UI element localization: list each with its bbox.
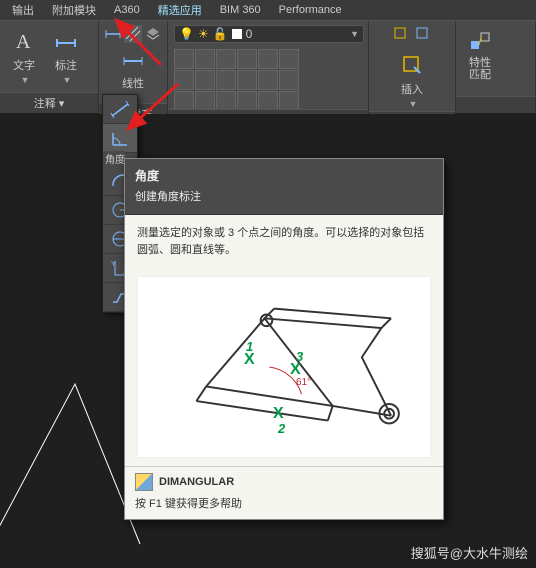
hatch-icon[interactable] — [124, 25, 142, 43]
block-edit-icon[interactable] — [414, 25, 432, 43]
svg-text:A: A — [16, 31, 31, 53]
panel-annotation: A 文字 ▼ 标注 ▼ 注释 ▾ — [0, 21, 99, 113]
chevron-down-icon: ▼ — [409, 99, 418, 109]
dd-linear[interactable] — [103, 95, 137, 124]
layer-tool[interactable] — [237, 91, 257, 111]
dimension-icon — [52, 27, 80, 55]
panel-title-annotation[interactable]: 注释 ▾ — [0, 92, 98, 113]
command-name: DIMANGULAR — [159, 476, 234, 488]
layer-tool[interactable] — [258, 49, 278, 69]
match-properties-icon — [466, 27, 494, 55]
menu-output[interactable]: 输出 — [4, 0, 42, 20]
layer-tool[interactable] — [279, 91, 299, 111]
layer-tool[interactable] — [195, 70, 215, 90]
tooltip-header: 角度 创建角度标注 — [125, 159, 443, 215]
sun-icon: ☀ — [198, 27, 209, 41]
layer-name: 0 — [246, 27, 253, 41]
layer-tool[interactable] — [279, 49, 299, 69]
menu-performance[interactable]: Performance — [271, 2, 350, 18]
layer-color-swatch — [232, 29, 242, 39]
layer-tool[interactable] — [237, 70, 257, 90]
tooltip: 角度 创建角度标注 测量选定的对象或 3 个点之间的角度。可以选择的对象包括圆弧… — [124, 158, 444, 520]
fig-label-2: 2 — [278, 421, 285, 436]
menu-a360[interactable]: A360 — [106, 2, 148, 18]
menu-bim360[interactable]: BIM 360 — [212, 2, 269, 18]
layer-tool[interactable] — [279, 70, 299, 90]
block-icon[interactable] — [392, 25, 410, 43]
layer-tool[interactable] — [216, 70, 236, 90]
fig-x-1: X — [244, 351, 255, 369]
insert-icon — [398, 51, 426, 79]
dd-angular-label: 角度 — [105, 151, 125, 166]
tooltip-illustration: 1 X 3 X 61° X 2 — [137, 276, 431, 458]
fig-angle: 61° — [296, 377, 311, 388]
panel-properties: 特性 匹配 — [456, 21, 536, 113]
layer-tool[interactable] — [237, 49, 257, 69]
dimension-button[interactable]: 标注 ▼ — [48, 25, 84, 87]
tooltip-subtitle: 创建角度标注 — [135, 188, 433, 204]
panel-block: 插入 ▼ 块 ▾ — [369, 21, 456, 113]
layer-combo[interactable]: 💡 ☀ 🔓 0 ▼ — [174, 25, 364, 43]
layer-tools-grid — [174, 49, 297, 109]
layer-tool[interactable] — [195, 91, 215, 111]
layer-tool[interactable] — [216, 49, 236, 69]
match-properties-label: 特性 匹配 — [469, 57, 491, 81]
menu-addins[interactable]: 附加模块 — [44, 0, 104, 20]
svg-text:Y: Y — [111, 261, 116, 268]
match-properties-button[interactable]: 特性 匹配 — [462, 25, 498, 83]
dimension-label: 标注 — [55, 57, 77, 73]
layer-tool[interactable] — [174, 91, 194, 111]
lightbulb-icon: 💡 — [179, 27, 194, 41]
watermark: 搜狐号@大水牛测绘 — [411, 543, 528, 562]
insert-button[interactable]: 插入 ▼ — [394, 49, 430, 111]
menu-featured[interactable]: 精选应用 — [150, 0, 210, 20]
text-label: 文字 — [13, 57, 35, 73]
linear-big-icon — [119, 45, 147, 73]
text-button[interactable]: A 文字 ▼ — [6, 25, 42, 87]
layer-tool[interactable] — [195, 49, 215, 69]
layer-tool[interactable] — [216, 91, 236, 111]
chevron-down-icon: ▼ — [63, 75, 72, 85]
menu-bar: 输出 附加模块 A360 精选应用 BIM 360 Performance — [0, 0, 536, 21]
layer-tool[interactable] — [258, 91, 278, 111]
insert-label: 插入 — [401, 81, 423, 97]
panel-layers: 💡 ☀ 🔓 0 ▼ 图层 ▾ — [168, 21, 369, 113]
layers-icon[interactable] — [144, 25, 162, 43]
chevron-down-icon: ▼ — [21, 75, 30, 85]
dd-angular[interactable]: 角度 — [103, 124, 137, 153]
layer-tool[interactable] — [174, 49, 194, 69]
tooltip-command: DIMANGULAR — [135, 473, 433, 491]
command-icon — [135, 473, 153, 491]
linear-label: 线性 — [122, 75, 144, 91]
layer-tool[interactable] — [174, 70, 194, 90]
tooltip-body: 测量选定的对象或 3 个点之间的角度。可以选择的对象包括圆弧、圆和直线等。 — [125, 215, 443, 268]
ribbon: A 文字 ▼ 标注 ▼ 注释 ▾ 线性 ▼ 对齐 — [0, 21, 536, 114]
panel-title-props — [456, 96, 535, 113]
layer-tool[interactable] — [258, 70, 278, 90]
text-icon: A — [10, 27, 38, 55]
lock-icon: 🔓 — [213, 27, 228, 41]
tooltip-help: 按 F1 键获得更多帮助 — [135, 495, 433, 511]
tooltip-title: 角度 — [135, 167, 433, 184]
chevron-down-icon: ▼ — [350, 29, 359, 39]
tooltip-footer: DIMANGULAR 按 F1 键获得更多帮助 — [125, 466, 443, 519]
linear-icon[interactable] — [104, 25, 122, 43]
